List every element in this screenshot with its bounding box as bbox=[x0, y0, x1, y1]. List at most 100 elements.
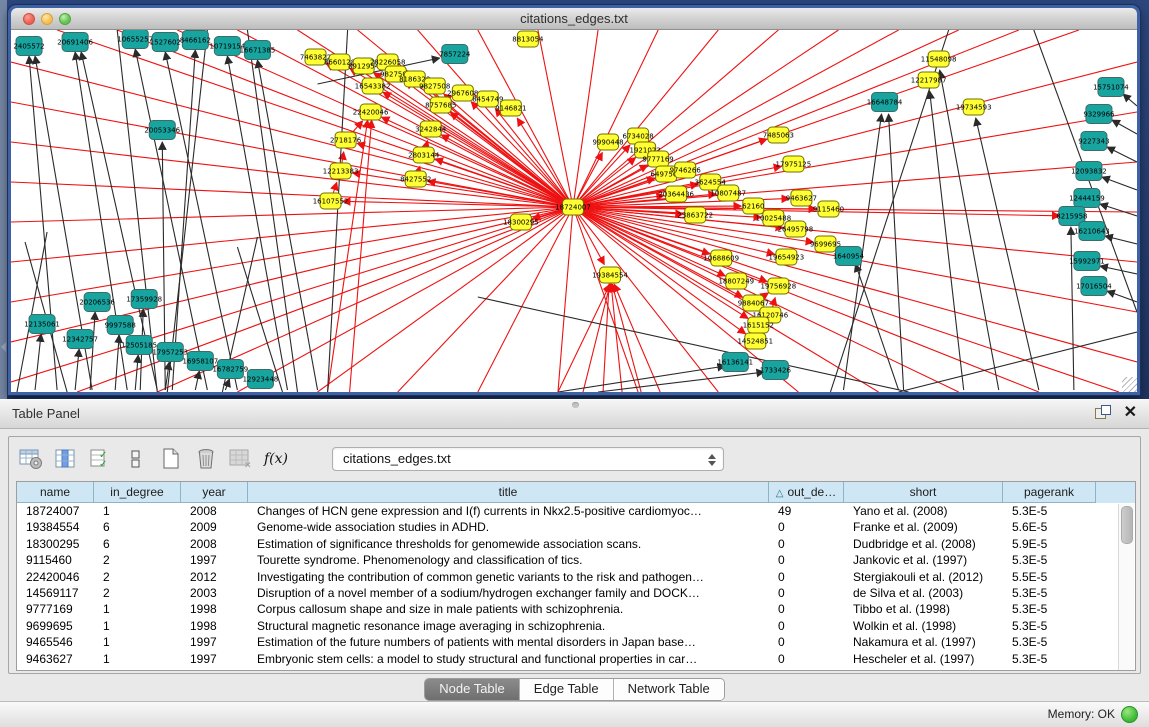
table-row[interactable]: 2242004622012Investigating the contribut… bbox=[17, 569, 1096, 585]
cell: 18724007 bbox=[17, 503, 94, 519]
graph-node[interactable]: 9463627 bbox=[786, 190, 817, 206]
graph-node-label: 16136141 bbox=[717, 359, 753, 367]
tab-edge-table[interactable]: Edge Table bbox=[520, 679, 614, 700]
graph-nodes[interactable]: 1872400774638228660128891295428226058982… bbox=[13, 30, 1129, 389]
graph-node[interactable]: 17359928 bbox=[126, 290, 162, 309]
graph-node[interactable]: 12444159 bbox=[1069, 189, 1105, 208]
graph-node[interactable]: 7857224 bbox=[439, 45, 471, 64]
memory-status-indicator[interactable] bbox=[1121, 706, 1138, 723]
graph-node[interactable]: 19734593 bbox=[956, 99, 992, 115]
function-builder-icon[interactable]: f(x) bbox=[263, 446, 289, 472]
table-row[interactable]: 1456911722003Disruption of a novel membe… bbox=[17, 585, 1096, 601]
graph-node[interactable]: 10655257 bbox=[117, 30, 153, 49]
table-row[interactable]: 969969511998Structural magnetic resonanc… bbox=[17, 618, 1096, 634]
table-row[interactable]: 946554611997Estimation of the future num… bbox=[17, 634, 1096, 650]
graph-node[interactable]: 12135061 bbox=[24, 315, 60, 334]
column-header-pagerank[interactable]: pagerank bbox=[1003, 482, 1096, 503]
graph-node[interactable]: 17016504 bbox=[1076, 277, 1112, 296]
graph-node[interactable]: 9329966 bbox=[1083, 105, 1115, 124]
column-header-indegree[interactable]: in_degree bbox=[94, 482, 181, 503]
graph-node[interactable]: 2803144 bbox=[408, 147, 440, 163]
graph-node[interactable]: 2405572 bbox=[13, 37, 44, 56]
graph-node[interactable]: 1733426 bbox=[760, 361, 792, 380]
graph-edge bbox=[899, 332, 1137, 392]
graph-node[interactable]: 16136141 bbox=[717, 353, 753, 372]
graph-node[interactable]: 20691406 bbox=[57, 33, 93, 52]
graph-node[interactable]: 9115460 bbox=[813, 201, 844, 217]
graph-node-label: 8427552 bbox=[400, 176, 431, 184]
cell: 1997 bbox=[181, 651, 248, 667]
graph-node-label: 17975125 bbox=[776, 161, 812, 169]
vertical-scrollbar[interactable] bbox=[1118, 504, 1134, 670]
table-row[interactable]: 1938455462009Genome-wide association stu… bbox=[17, 519, 1096, 535]
cell: Hescheler et al. (1997) bbox=[844, 651, 1003, 667]
graph-node[interactable]: 1640954 bbox=[833, 247, 865, 266]
graph-node-label: 12923448 bbox=[243, 376, 279, 384]
graph-node[interactable]: 19384554 bbox=[592, 267, 628, 283]
scrollbar-thumb[interactable] bbox=[1121, 506, 1133, 544]
close-panel-icon[interactable]: ✕ bbox=[1124, 405, 1137, 420]
column-header-outde[interactable]: △out_de… bbox=[769, 482, 844, 503]
graph-node-label: 2405572 bbox=[13, 43, 44, 51]
table-row[interactable]: 977716911998Corpus callosum shape and si… bbox=[17, 601, 1096, 617]
network-window-titlebar[interactable]: citations_edges.txt bbox=[11, 8, 1137, 30]
graph-edge bbox=[573, 207, 638, 392]
table-settings-icon[interactable] bbox=[18, 446, 44, 472]
zoom-window-button[interactable] bbox=[59, 13, 71, 25]
trash-icon[interactable] bbox=[193, 446, 219, 472]
float-panel-icon[interactable] bbox=[1095, 405, 1110, 420]
window-resize-grip[interactable] bbox=[1122, 377, 1137, 392]
table-selector-value: citations_edges.txt bbox=[343, 451, 451, 466]
splitter-handle[interactable] bbox=[572, 402, 579, 408]
splitter-collapse-arrow[interactable] bbox=[1, 342, 6, 352]
table-check-icon[interactable]: ✓✓ bbox=[88, 446, 114, 472]
graph-node[interactable]: 1527602 bbox=[150, 33, 181, 52]
table-panel-header[interactable]: Table Panel ✕ bbox=[0, 399, 1149, 429]
graph-node[interactable]: 20053346 bbox=[144, 121, 180, 140]
graph-edge bbox=[328, 30, 348, 392]
graph-node[interactable]: 16210643 bbox=[1074, 222, 1110, 241]
graph-node[interactable]: 17975125 bbox=[776, 156, 812, 172]
graph-node[interactable]: 9990448 bbox=[592, 134, 623, 150]
graph-node-label: 12213383 bbox=[323, 168, 359, 176]
graph-node[interactable]: 8466162 bbox=[180, 31, 211, 50]
table-row[interactable]: 911546021997Tourette syndrome. Phenomeno… bbox=[17, 552, 1096, 568]
graph-node[interactable]: 16648784 bbox=[867, 93, 903, 112]
graph-node[interactable]: 9997588 bbox=[105, 316, 136, 335]
dropdown-stepper-icon[interactable] bbox=[705, 451, 719, 468]
graph-node[interactable]: 15992971 bbox=[1069, 252, 1105, 271]
table-column-icon[interactable] bbox=[53, 446, 79, 472]
minimize-window-button[interactable] bbox=[41, 13, 53, 25]
tab-network-table[interactable]: Network Table bbox=[614, 679, 724, 700]
graph-node[interactable]: 9227343 bbox=[1078, 132, 1109, 151]
network-window[interactable]: citations_edges.txt 18724007746382286601… bbox=[8, 5, 1140, 395]
graph-node-label: 19756928 bbox=[761, 283, 797, 291]
graph-node[interactable]: 11548098 bbox=[921, 51, 957, 67]
column-header-name[interactable]: name bbox=[17, 482, 94, 503]
table-row[interactable]: 1830029562008Estimation of significance … bbox=[17, 536, 1096, 552]
network-canvas[interactable]: 1872400774638228660128891295428226058982… bbox=[11, 30, 1137, 392]
column-header-year[interactable]: year bbox=[181, 482, 248, 503]
graph-node[interactable]: 10688609 bbox=[703, 250, 739, 266]
new-document-icon[interactable] bbox=[158, 446, 184, 472]
network-graph[interactable]: 1872400774638228660128891295428226058982… bbox=[11, 30, 1137, 392]
column-header-short[interactable]: short bbox=[844, 482, 1003, 503]
table-selector-dropdown[interactable]: citations_edges.txt bbox=[332, 447, 724, 471]
graph-node[interactable]: 20206536 bbox=[79, 293, 115, 312]
graph-node[interactable]: 12093832 bbox=[1071, 162, 1107, 181]
tab-node-table[interactable]: Node Table bbox=[425, 679, 520, 700]
graph-node[interactable]: 62160 bbox=[742, 198, 764, 214]
rows-icon[interactable] bbox=[123, 446, 149, 472]
column-header-title[interactable]: title bbox=[248, 482, 769, 503]
close-window-button[interactable] bbox=[23, 13, 35, 25]
table-row[interactable]: 1872400712008Changes of HCN gene express… bbox=[17, 503, 1096, 519]
graph-node[interactable]: 12217987 bbox=[911, 72, 947, 88]
cell: 5.3E-5 bbox=[1003, 618, 1096, 634]
graph-node[interactable]: 8813054 bbox=[512, 31, 544, 47]
graph-node-label: 17957253 bbox=[152, 349, 188, 357]
graph-node[interactable]: 16671385 bbox=[240, 41, 276, 60]
graph-node[interactable]: 12923448 bbox=[243, 370, 279, 389]
graph-node[interactable]: 15751074 bbox=[1093, 78, 1129, 97]
graph-node[interactable]: 12342757 bbox=[62, 330, 98, 349]
table-row[interactable]: 946362711997Embryonic stem cells: a mode… bbox=[17, 651, 1096, 667]
